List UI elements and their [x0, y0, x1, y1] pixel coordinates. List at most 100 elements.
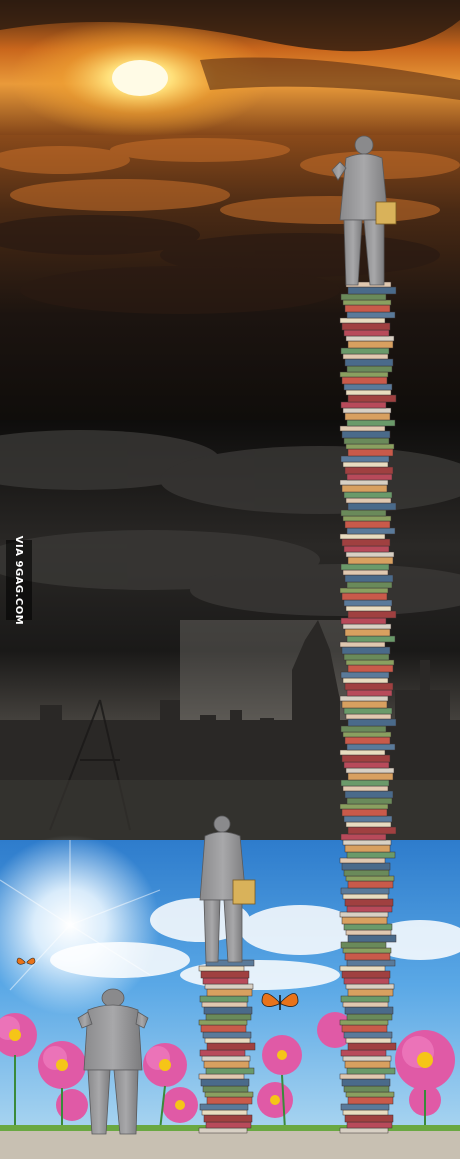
book [340, 995, 390, 1003]
book [346, 1013, 393, 1021]
book [347, 448, 394, 457]
book [345, 875, 395, 882]
book [339, 857, 386, 864]
book [342, 785, 389, 792]
book [341, 1024, 388, 1033]
book [344, 466, 394, 475]
book [340, 725, 387, 733]
book [347, 718, 397, 727]
book [201, 1055, 251, 1062]
book [345, 929, 392, 936]
book [343, 545, 390, 553]
book [203, 1006, 253, 1015]
book [206, 988, 253, 997]
book [341, 808, 388, 817]
book [340, 833, 387, 841]
book [339, 965, 386, 972]
book [339, 695, 389, 702]
book [198, 965, 245, 972]
book [199, 995, 249, 1003]
book [347, 1042, 397, 1051]
book [346, 473, 393, 481]
book [339, 533, 386, 540]
book [342, 677, 389, 684]
book [340, 347, 390, 355]
book [343, 383, 393, 391]
book [198, 1073, 245, 1080]
book [345, 767, 395, 774]
book [340, 887, 390, 895]
short-book-stack [198, 959, 256, 1134]
book [199, 1049, 246, 1057]
book [340, 617, 387, 625]
book [346, 311, 396, 319]
book [345, 821, 392, 828]
book [205, 1121, 252, 1129]
watermark: VIA 9GAG.COM [6, 535, 32, 625]
book [346, 365, 393, 373]
book [344, 1006, 394, 1015]
book [342, 515, 392, 522]
book [202, 1031, 252, 1039]
book [340, 563, 390, 571]
book [339, 1019, 389, 1026]
watermark-text: VIA 9GAG.COM [13, 535, 25, 625]
book [347, 556, 394, 565]
book [198, 1019, 248, 1026]
book [339, 641, 386, 648]
book [201, 1109, 248, 1116]
book [341, 970, 391, 979]
book [347, 340, 394, 349]
book [344, 844, 391, 853]
book [347, 610, 397, 619]
book [346, 959, 396, 967]
book [339, 425, 386, 432]
book [345, 605, 392, 612]
book [347, 988, 394, 997]
book [200, 970, 250, 979]
book [346, 635, 396, 643]
book [345, 551, 395, 558]
book [204, 1037, 251, 1044]
book [200, 1024, 247, 1033]
book [344, 1114, 394, 1123]
book [346, 1121, 393, 1129]
book [203, 1060, 250, 1069]
book [205, 1013, 252, 1021]
book [206, 1042, 256, 1051]
book [343, 869, 390, 877]
book [342, 623, 392, 630]
book [339, 911, 389, 918]
book [347, 502, 397, 511]
book [339, 1127, 389, 1134]
book [340, 401, 387, 409]
book [340, 455, 390, 463]
book [345, 443, 395, 450]
book [343, 761, 390, 769]
book [341, 592, 388, 601]
book [342, 461, 389, 468]
book [342, 839, 392, 846]
book [202, 977, 249, 985]
book [339, 317, 386, 324]
book [343, 977, 390, 985]
book [344, 682, 394, 691]
book [341, 700, 388, 709]
book [340, 293, 387, 301]
book [342, 569, 389, 576]
book [343, 599, 393, 607]
book [345, 1037, 392, 1044]
book [344, 628, 391, 637]
book [344, 952, 391, 961]
book [343, 1085, 390, 1093]
book [341, 538, 391, 547]
book [342, 353, 389, 360]
book [344, 898, 394, 907]
scene: VIA 9GAG.COM [0, 0, 460, 1159]
book [339, 587, 389, 594]
book [342, 407, 392, 414]
book [341, 916, 388, 925]
book [339, 371, 389, 378]
book [342, 893, 389, 900]
book [344, 1060, 391, 1069]
